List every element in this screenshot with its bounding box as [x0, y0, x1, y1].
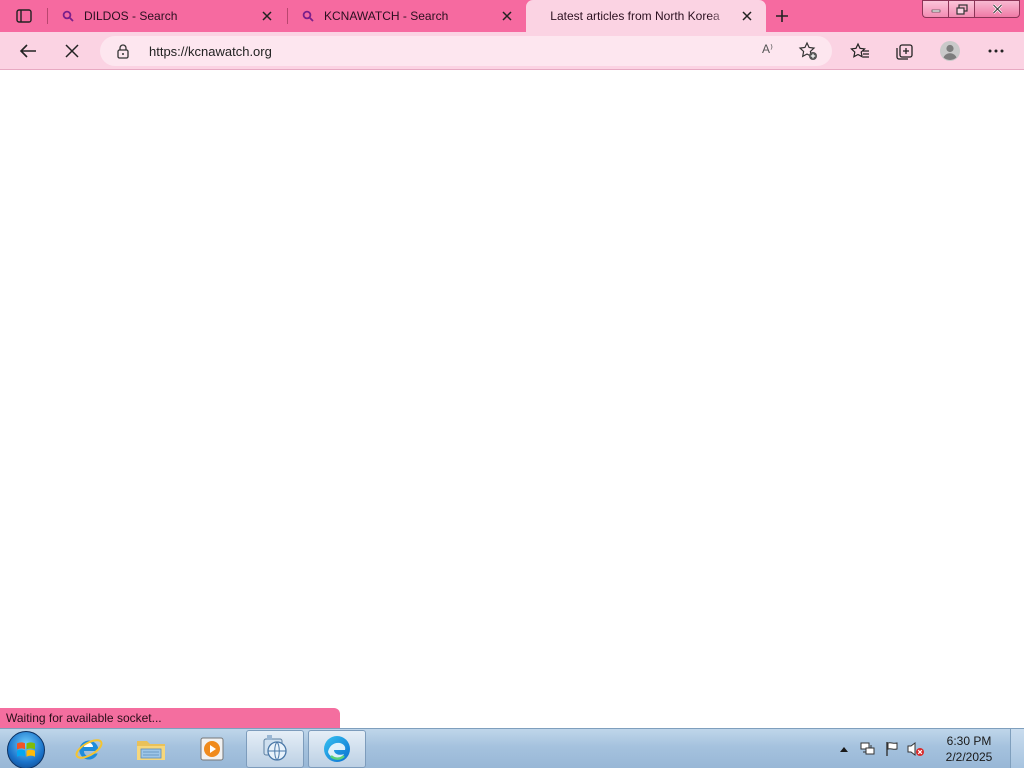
action-center-flag-icon[interactable] — [882, 739, 902, 759]
network-tray-icon[interactable] — [858, 739, 878, 759]
taskbar-media-player[interactable] — [184, 730, 242, 768]
url-text[interactable]: https://kcnawatch.org — [149, 44, 272, 59]
minimize-button[interactable] — [922, 0, 948, 18]
close-window-button[interactable] — [974, 0, 1020, 18]
tab-actions-button[interactable] — [8, 5, 40, 27]
new-tab-button[interactable] — [770, 4, 794, 28]
show-desktop-button[interactable] — [1010, 729, 1024, 768]
media-player-icon — [200, 737, 224, 761]
back-button[interactable] — [14, 37, 42, 65]
taskbar-edge[interactable] — [308, 730, 366, 768]
address-bar[interactable]: https://kcnawatch.org A⁾ — [100, 36, 832, 66]
close-tab-icon[interactable] — [498, 7, 516, 25]
more-options-icon — [988, 49, 1004, 53]
page-content-area — [0, 71, 1024, 728]
search-icon — [60, 8, 76, 24]
favorites-icon — [850, 42, 869, 58]
favorites-button[interactable] — [846, 37, 874, 65]
chevron-up-icon — [840, 747, 848, 752]
tab-title: Latest articles from North Korea — [550, 9, 720, 23]
stop-loading-button[interactable] — [58, 37, 86, 65]
tab-title: KCNAWATCH - Search — [324, 9, 449, 23]
back-arrow-icon — [19, 44, 36, 58]
internet-explorer-icon — [75, 739, 103, 760]
edge-icon — [324, 736, 350, 762]
tab-strip: DILDOS - Search KCNAWATCH - Search Lates… — [0, 0, 1024, 32]
tab-actions-icon — [16, 9, 32, 23]
stop-icon — [65, 44, 79, 58]
restore-button[interactable] — [948, 0, 974, 18]
taskbar-network-app[interactable] — [246, 730, 304, 768]
taskbar-clock[interactable]: 6:30 PM 2/2/2025 — [936, 733, 1002, 765]
windows-logo-icon — [17, 742, 35, 757]
start-button[interactable] — [7, 731, 45, 768]
close-icon — [992, 4, 1002, 14]
collections-icon — [896, 44, 913, 60]
plus-icon — [776, 10, 788, 22]
status-bubble: Waiting for available socket... — [0, 708, 340, 728]
clock-time: 6:30 PM — [946, 734, 992, 748]
taskbar: 6:30 PM 2/2/2025 — [0, 728, 1024, 768]
show-hidden-icons-button[interactable] — [834, 739, 854, 759]
tab-dildos-search[interactable]: DILDOS - Search — [48, 0, 286, 32]
add-favorite-icon[interactable] — [798, 41, 818, 64]
restore-icon — [955, 3, 968, 15]
tab-title: DILDOS - Search — [84, 9, 178, 23]
network-app-icon — [263, 735, 287, 761]
read-aloud-icon[interactable]: A⁾ — [762, 42, 782, 60]
lock-icon[interactable] — [116, 43, 130, 62]
volume-muted-icon[interactable] — [906, 739, 926, 759]
avatar-icon — [940, 41, 960, 61]
file-explorer-icon — [137, 741, 165, 760]
taskbar-internet-explorer[interactable] — [60, 730, 118, 768]
tab-latest-articles[interactable]: Latest articles from North Korea — [526, 0, 766, 32]
tab-kcnawatch-search[interactable]: KCNAWATCH - Search — [288, 0, 526, 32]
collections-button[interactable] — [890, 37, 918, 65]
profile-button[interactable] — [936, 37, 964, 65]
search-icon — [300, 8, 316, 24]
close-tab-icon[interactable] — [258, 7, 276, 25]
taskbar-file-explorer[interactable] — [122, 730, 180, 768]
system-tray: 6:30 PM 2/2/2025 — [832, 729, 1024, 768]
close-tab-icon[interactable] — [738, 7, 756, 25]
minimize-icon — [931, 9, 940, 13]
browser-toolbar: https://kcnawatch.org A⁾ — [0, 32, 1024, 70]
window-controls — [922, 0, 1020, 18]
settings-and-more-button[interactable] — [982, 37, 1010, 65]
clock-date: 2/2/2025 — [945, 750, 993, 764]
